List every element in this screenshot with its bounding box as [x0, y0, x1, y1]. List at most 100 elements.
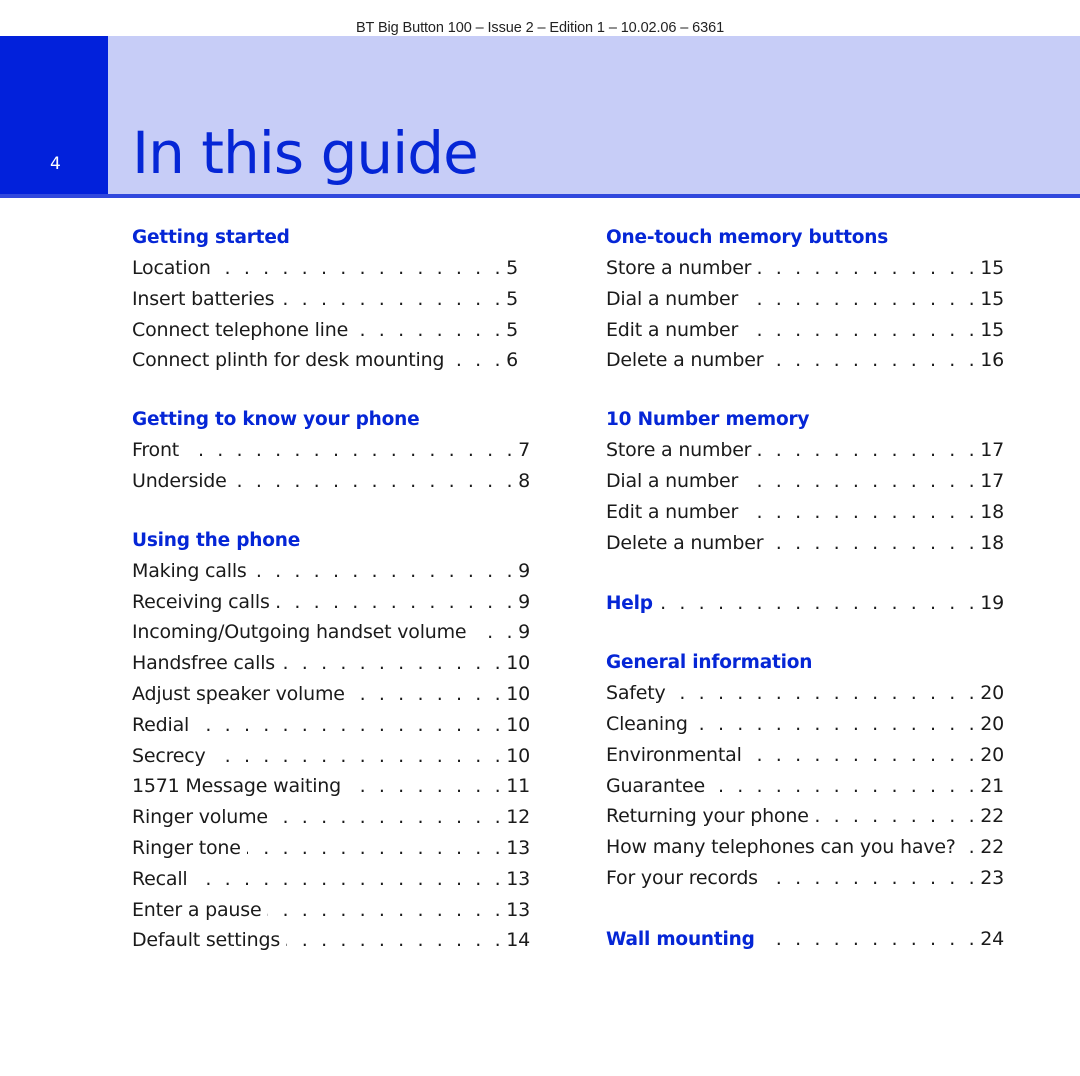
toc-entry-label: Ringer volume	[132, 806, 268, 829]
toc-entry[interactable]: Guarantee . . . . . . . . . . . . . . . .…	[606, 771, 1004, 802]
toc-entry[interactable]: Connect plinth for desk mounting. . . . …	[132, 345, 518, 376]
page-number: 4	[50, 154, 61, 174]
toc-entry[interactable]: Ringer volume . . . . . . . . . . . . . .…	[132, 802, 530, 833]
dot-leader: . . . . . . . . . . . . . . . . . . . . …	[472, 621, 517, 644]
toc-entry[interactable]: Store a number. . . . . . . . . . . . . …	[606, 253, 1004, 284]
dot-leader: . . . . . . . . . . . . . . . . . . . . …	[744, 500, 979, 523]
toc-entry[interactable]: Environmental . . . . . . . . . . . . . .…	[606, 740, 1004, 771]
toc-section-heading[interactable]: Getting to know your phone	[132, 406, 530, 435]
toc-section-heading[interactable]: 10 Number memory	[606, 406, 1004, 435]
page-title: In this guide	[132, 119, 479, 187]
toc-entry[interactable]: Redial. . . . . . . . . . . . . . . . . …	[132, 710, 530, 741]
toc-entry[interactable]: 1571 Message waiting . . . . . . . . . . …	[132, 771, 530, 802]
toc-page-number: 5	[506, 287, 518, 310]
dot-leader: . . . . . . . . . . . . . . . . . . . . …	[744, 469, 979, 492]
toc-left-column: Getting started Location . . . . . . . . .…	[132, 224, 530, 986]
toc-entry[interactable]: Making calls . . . . . . . . . . . . . . …	[132, 556, 530, 587]
dot-leader: . . . . . . . . . . . . . . . . . . . . …	[351, 682, 505, 705]
dot-leader: . . . . . . . . . . . . . . . . . . . . …	[769, 531, 979, 554]
toc-page-number: 10	[506, 744, 530, 767]
toc-page-number: 15	[980, 318, 1004, 341]
toc-entry-label: Edit a number	[606, 500, 739, 523]
dot-leader: . . . . . . . . . . . . . . . . . . . . …	[962, 836, 979, 859]
toc-page-number: 12	[506, 806, 530, 829]
toc-page-number: 9	[518, 559, 530, 582]
toc-entry-label: Store a number	[606, 439, 752, 462]
dot-leader: . . . . . . . . . . . . . . . . . . . . …	[769, 349, 979, 372]
dot-leader: . . . . . . . . . . . . . . . . . . . . …	[280, 287, 505, 310]
toc-entry[interactable]: Underside . . . . . . . . . . . . . . . .…	[132, 466, 530, 497]
toc-section-general-information: General information Safety . . . . . . . .…	[606, 649, 1004, 894]
toc-page-number: 9	[518, 590, 530, 613]
toc-entry-label: Insert batteries	[132, 287, 275, 310]
toc-section-using-the-phone: Using the phone Making calls . . . . . . .…	[132, 527, 530, 956]
toc-heading-entry[interactable]: Help . . . . . . . . . . . . . . . . . . …	[606, 588, 1004, 619]
dot-leader: . . . . . . . . . . . . . . . . . . . . …	[659, 592, 979, 615]
toc-entry-label: 1571 Message waiting	[132, 775, 341, 798]
toc-page-number: 11	[506, 775, 530, 798]
toc-entry[interactable]: Connect telephone line. . . . . . . . . …	[132, 315, 518, 346]
toc-section-heading[interactable]: General information	[606, 649, 1004, 678]
toc-entry[interactable]: Receiving calls. . . . . . . . . . . . .…	[132, 587, 530, 618]
toc-entry-label: For your records	[606, 866, 758, 889]
toc-entry[interactable]: Secrecy . . . . . . . . . . . . . . . . .…	[132, 741, 530, 772]
toc-page-number: 5	[506, 318, 518, 341]
toc-entry[interactable]: Location . . . . . . . . . . . . . . . . …	[132, 253, 518, 284]
toc-entry[interactable]: Delete a number. . . . . . . . . . . . .…	[606, 345, 1004, 376]
toc-entry[interactable]: Insert batteries. . . . . . . . . . . . …	[132, 284, 518, 315]
toc-entry-label: Redial	[132, 713, 190, 736]
toc-page-number: 8	[518, 469, 530, 492]
toc-entry[interactable]: Enter a pause. . . . . . . . . . . . . .…	[132, 895, 530, 926]
dot-leader: . . . . . . . . . . . . . . . . . . . . …	[354, 318, 505, 341]
toc-page-number: 10	[506, 652, 530, 675]
toc-page-number: 10	[506, 713, 530, 736]
dot-leader: . . . . . . . . . . . . . . . . . . . . …	[286, 929, 505, 952]
toc-page-number: 21	[980, 774, 1004, 797]
toc-entry[interactable]: Front. . . . . . . . . . . . . . . . . .…	[132, 435, 530, 466]
toc-entry[interactable]: Recall . . . . . . . . . . . . . . . . . …	[132, 864, 530, 895]
toc-entry[interactable]: Cleaning . . . . . . . . . . . . . . . . …	[606, 709, 1004, 740]
toc-page-number: 15	[980, 287, 1004, 310]
toc-entry-label: Underside	[132, 469, 227, 492]
toc-page-number: 18	[980, 531, 1004, 554]
toc-page-number: 13	[506, 898, 530, 921]
toc-page-number: 19	[980, 592, 1004, 615]
toc-section-getting-to-know-your-phone: Getting to know your phone Front. . . . .…	[132, 406, 530, 497]
toc-entry-label: Delete a number	[606, 531, 764, 554]
toc-entry[interactable]: Default settings. . . . . . . . . . . . …	[132, 925, 530, 956]
toc-entry[interactable]: Returning your phone. . . . . . . . . . …	[606, 801, 1004, 832]
toc-page-number: 14	[506, 929, 530, 952]
toc-entry[interactable]: Dial a number. . . . . . . . . . . . . .…	[606, 466, 1004, 497]
toc-entry[interactable]: Edit a number. . . . . . . . . . . . . .…	[606, 315, 1004, 346]
toc-entry-label: Environmental	[606, 743, 742, 766]
toc-heading-entry[interactable]: Wall mounting . . . . . . . . . . . . . .…	[606, 924, 1004, 955]
toc-entry[interactable]: Handsfree calls . . . . . . . . . . . . .…	[132, 648, 530, 679]
dot-leader: . . . . . . . . . . . . . . . . . . . . …	[761, 927, 979, 950]
toc-section-heading[interactable]: Using the phone	[132, 527, 530, 556]
toc-entry[interactable]: Dial a number. . . . . . . . . . . . . .…	[606, 284, 1004, 315]
toc-section-heading[interactable]: Getting started	[132, 224, 530, 253]
toc-entry[interactable]: Store a number. . . . . . . . . . . . . …	[606, 435, 1004, 466]
toc-entry[interactable]: Incoming/Outgoing handset volume. . . . …	[132, 617, 530, 648]
dot-leader: . . . . . . . . . . . . . . . . . . . . …	[748, 743, 979, 766]
toc-entry-label: Dial a number	[606, 287, 739, 310]
dot-leader: . . . . . . . . . . . . . . . . . . . . …	[744, 287, 979, 310]
dot-leader: . . . . . . . . . . . . . . . . . . . . …	[195, 713, 505, 736]
toc-entry-label: Secrecy	[132, 744, 206, 767]
dot-leader: . . . . . . . . . . . . . . . . . . . . …	[212, 744, 505, 767]
toc-page-number: 9	[518, 621, 530, 644]
toc-entry-label: Delete a number	[606, 349, 764, 372]
toc-page-number: 22	[980, 805, 1004, 828]
toc-entry[interactable]: For your records . . . . . . . . . . . . …	[606, 863, 1004, 894]
dot-leader: . . . . . . . . . . . . . . . . . . . . …	[764, 866, 979, 889]
toc-entry[interactable]: Ringer tone . . . . . . . . . . . . . . .…	[132, 833, 530, 864]
toc-entry-label: Enter a pause	[132, 898, 262, 921]
toc-entry[interactable]: How many telephones can you have? . . . .…	[606, 832, 1004, 863]
toc-entry-label: Receiving calls	[132, 590, 270, 613]
toc-entry[interactable]: Safety . . . . . . . . . . . . . . . . . …	[606, 678, 1004, 709]
toc-section-wall-mounting: Wall mounting . . . . . . . . . . . . . .…	[606, 924, 1004, 955]
toc-section-heading[interactable]: One-touch memory buttons	[606, 224, 1004, 253]
toc-entry[interactable]: Delete a number. . . . . . . . . . . . .…	[606, 528, 1004, 559]
toc-entry[interactable]: Adjust speaker volume . . . . . . . . . .…	[132, 679, 530, 710]
toc-entry[interactable]: Edit a number. . . . . . . . . . . . . .…	[606, 497, 1004, 528]
